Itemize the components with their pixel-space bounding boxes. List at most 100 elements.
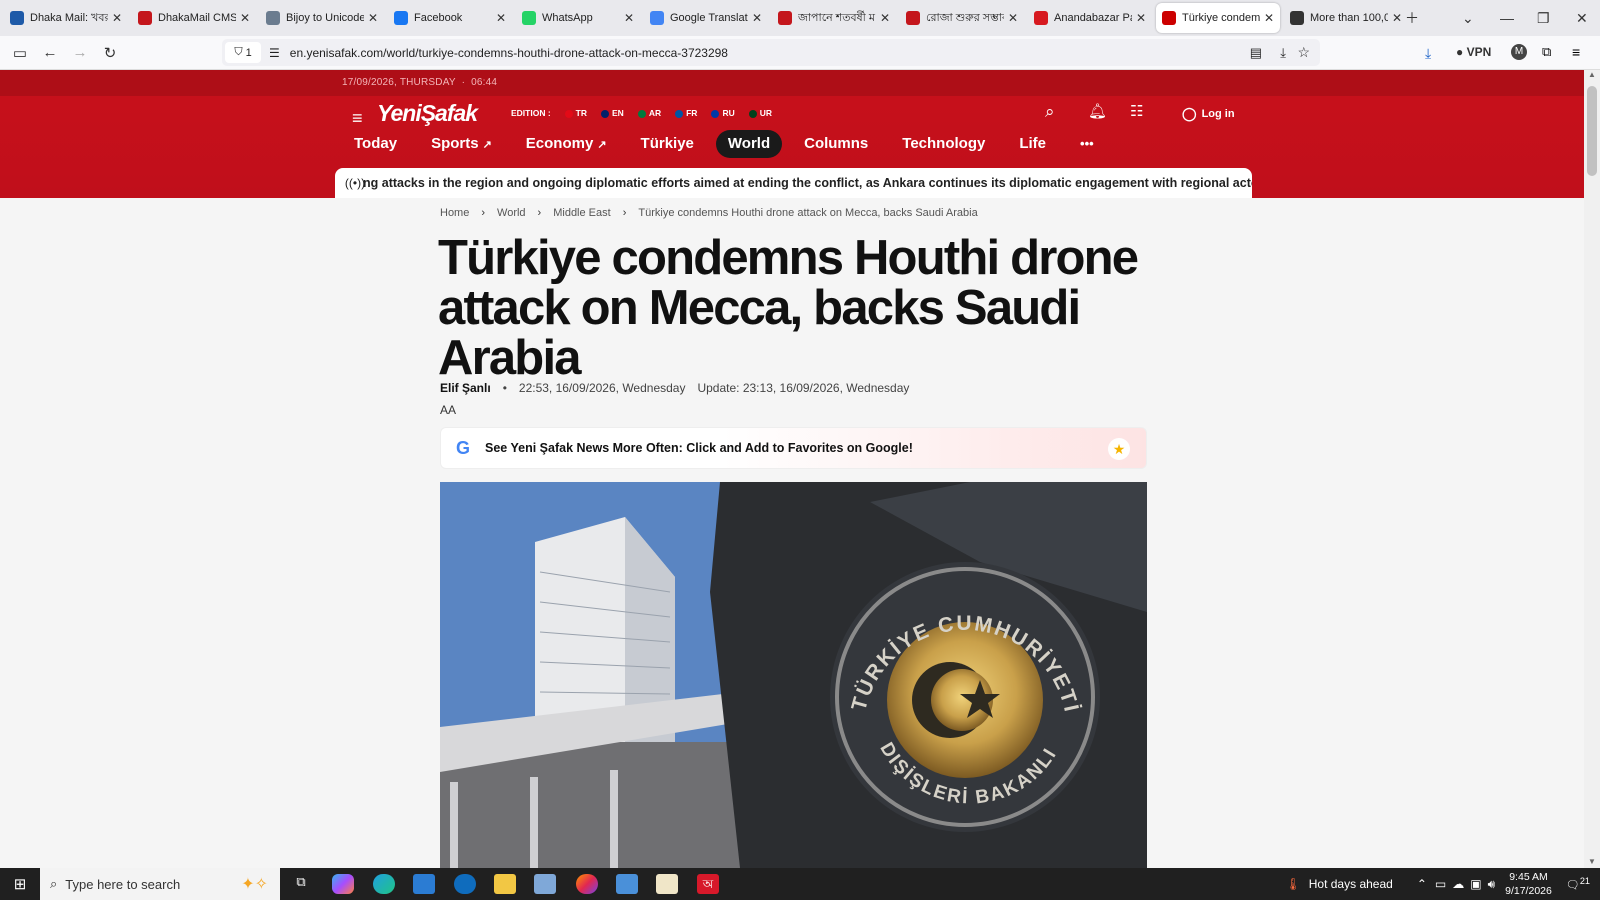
browser-tab[interactable]: More than 100,00 ✕ xyxy=(1284,3,1408,33)
google-promo-text[interactable]: See Yeni Şafak News More Often: Click an… xyxy=(485,441,913,455)
google-favorites-banner[interactable]: G See Yeni Şafak News More Often: Click … xyxy=(440,427,1147,469)
scroll-up-icon[interactable]: ▲ xyxy=(1584,70,1600,79)
app-window-icon[interactable] xyxy=(616,874,638,894)
vertical-scrollbar[interactable]: ▲ ▼ xyxy=(1584,70,1600,868)
browser-tab[interactable]: Anandabazar Patr ✕ xyxy=(1028,3,1152,33)
page-info-icon[interactable]: ☰ xyxy=(269,46,280,60)
reader-view-icon[interactable]: ▤ xyxy=(1250,45,1262,61)
ticker-text[interactable]: ng attacks in the region and ongoing dip… xyxy=(363,176,1252,190)
bijoy-app-icon[interactable]: অ xyxy=(697,874,719,894)
edge-browser-icon[interactable] xyxy=(373,874,395,894)
tracking-shield-icon[interactable]: ⛉ 1 xyxy=(225,42,261,63)
search-icon[interactable]: ⌕ xyxy=(1045,102,1055,122)
firefox-icon[interactable] xyxy=(576,874,598,894)
close-window-button[interactable]: ✕ xyxy=(1576,0,1588,36)
menu-item[interactable]: Life xyxy=(1007,130,1058,158)
task-view-icon[interactable]: ⧉ xyxy=(290,874,312,894)
edition-option[interactable]: AR xyxy=(637,108,661,118)
tab-close-icon[interactable]: ✕ xyxy=(1264,11,1274,25)
author-name[interactable]: Elif Şanlı xyxy=(440,381,491,395)
tab-close-icon[interactable]: ✕ xyxy=(880,11,890,25)
menu-item[interactable]: Technology xyxy=(890,130,997,158)
reload-icon[interactable]: ↻ xyxy=(95,44,125,62)
weather-text[interactable]: Hot days ahead xyxy=(1309,877,1393,891)
browser-tab[interactable]: DhakaMail CMS ✕ xyxy=(132,3,256,33)
network-icon[interactable]: ▭ xyxy=(1435,877,1446,891)
notepad-icon[interactable] xyxy=(534,874,556,894)
sticky-notes-icon[interactable] xyxy=(656,874,678,894)
browser-tab[interactable]: WhatsApp ✕ xyxy=(516,3,640,33)
browser-tab[interactable]: Google Translate ✕ xyxy=(644,3,768,33)
browser-tab[interactable]: Bijoy to Unicode ✕ xyxy=(260,3,384,33)
edition-option[interactable]: TR xyxy=(564,108,587,118)
hamburger-menu-icon[interactable]: ≡ xyxy=(352,108,363,129)
star-icon[interactable]: ★ xyxy=(1108,438,1130,460)
weather-thermometer-icon[interactable]: 🌡︎ xyxy=(1286,877,1301,891)
menu-item[interactable]: Türkiye xyxy=(629,130,706,158)
clock[interactable]: 9:45 AM 9/17/2026 xyxy=(1505,870,1552,898)
taskbar-search-box[interactable]: ⌕ Type here to search ✦✧ xyxy=(40,868,280,900)
save-to-pocket-icon[interactable]: ⤓ xyxy=(1280,45,1286,61)
sidebar-toggle-icon[interactable]: ▭ xyxy=(5,44,35,62)
bookmark-star-icon[interactable]: ☆ xyxy=(1297,44,1310,61)
breadcrumb-item[interactable]: Home xyxy=(440,207,469,219)
extensions-icon[interactable]: ⧉ xyxy=(1542,44,1551,60)
breadcrumb-item[interactable]: Middle East xyxy=(553,207,610,219)
volume-icon[interactable]: 🔊︎ xyxy=(1488,877,1496,892)
tab-close-icon[interactable]: ✕ xyxy=(112,11,122,25)
edition-option[interactable]: FR xyxy=(675,108,697,118)
display-icon[interactable]: ▣ xyxy=(1470,877,1481,891)
app-menu-icon[interactable]: ≡ xyxy=(1572,44,1580,60)
scrollbar-thumb[interactable] xyxy=(1587,86,1597,176)
new-tab-button[interactable]: ＋ xyxy=(1405,0,1419,36)
forward-icon[interactable]: → xyxy=(65,44,95,61)
breadcrumb-item[interactable]: Türkiye condemns Houthi drone attack on … xyxy=(638,207,977,219)
tab-close-icon[interactable]: ✕ xyxy=(1008,11,1018,25)
onedrive-icon[interactable]: ☁ xyxy=(1452,877,1464,891)
news-ticker[interactable]: ((•)) ng attacks in the region and ongoi… xyxy=(335,168,1252,198)
notification-bell-icon[interactable]: 🔔︎ xyxy=(1088,102,1107,120)
browser-tab[interactable]: Facebook ✕ xyxy=(388,3,512,33)
more-menu-icon[interactable]: ••• xyxy=(1068,130,1106,158)
outlook-icon[interactable] xyxy=(454,874,476,894)
edition-option[interactable]: RU xyxy=(711,108,735,118)
downloads-icon[interactable]: ⤓ xyxy=(1425,45,1431,62)
show-hidden-icons-chevron-icon[interactable]: ⌃ xyxy=(1417,877,1427,891)
edition-option[interactable]: UR xyxy=(748,108,772,118)
menu-item[interactable]: Economy ↗ xyxy=(514,130,619,158)
tab-list-chevron-icon[interactable]: ⌄ xyxy=(1462,0,1474,36)
start-windows-icon[interactable]: ⊞ xyxy=(0,875,40,893)
menu-item[interactable]: Today xyxy=(342,130,409,158)
menu-item[interactable]: Sports ↗ xyxy=(419,130,504,158)
microsoft-store-icon[interactable] xyxy=(413,874,435,894)
back-icon[interactable]: ← xyxy=(35,44,65,61)
address-bar[interactable]: ⛉ 1 ☰ en.yenisafak.com/world/turkiye-con… xyxy=(222,39,1320,66)
tab-close-icon[interactable]: ✕ xyxy=(624,11,634,25)
tab-close-icon[interactable]: ✕ xyxy=(240,11,250,25)
profile-avatar[interactable]: M xyxy=(1511,44,1527,60)
browser-tab[interactable]: রোজা শুরুর সম্ভাব ✕ xyxy=(900,3,1024,33)
tab-close-icon[interactable]: ✕ xyxy=(368,11,378,25)
edition-option[interactable]: EN xyxy=(601,108,624,118)
tab-close-icon[interactable]: ✕ xyxy=(496,11,506,25)
url-text[interactable]: en.yenisafak.com/world/turkiye-condemns-… xyxy=(290,46,728,60)
menu-item[interactable]: Columns xyxy=(792,130,880,158)
settings-sliders-icon[interactable]: ☷ xyxy=(1130,102,1143,120)
browser-tab[interactable]: জাপানে শতবর্ষী ম ✕ xyxy=(772,3,896,33)
restore-button[interactable]: ❐ xyxy=(1537,0,1550,36)
site-logo[interactable]: YeniŞafak xyxy=(377,100,478,127)
copilot-sparkle-icon[interactable]: ✦✧ xyxy=(241,874,268,894)
login-button[interactable]: ◯ Log in xyxy=(1182,106,1235,122)
vpn-button[interactable]: ● VPN xyxy=(1456,45,1491,59)
menu-item[interactable]: World xyxy=(715,130,783,158)
browser-tab[interactable]: Dhaka Mail: খবর, ✕ xyxy=(4,3,128,33)
file-explorer-icon[interactable] xyxy=(494,874,516,894)
tab-close-icon[interactable]: ✕ xyxy=(752,11,762,25)
minimize-button[interactable]: — xyxy=(1500,0,1514,36)
breadcrumb-item[interactable]: World xyxy=(497,207,526,219)
notification-center-icon[interactable]: 🗨︎21 xyxy=(1566,876,1590,892)
tab-close-icon[interactable]: ✕ xyxy=(1136,11,1146,25)
taskbar-search-placeholder[interactable]: Type here to search xyxy=(65,877,180,892)
tab-close-icon[interactable]: ✕ xyxy=(1392,11,1402,25)
scroll-down-icon[interactable]: ▼ xyxy=(1584,857,1600,866)
